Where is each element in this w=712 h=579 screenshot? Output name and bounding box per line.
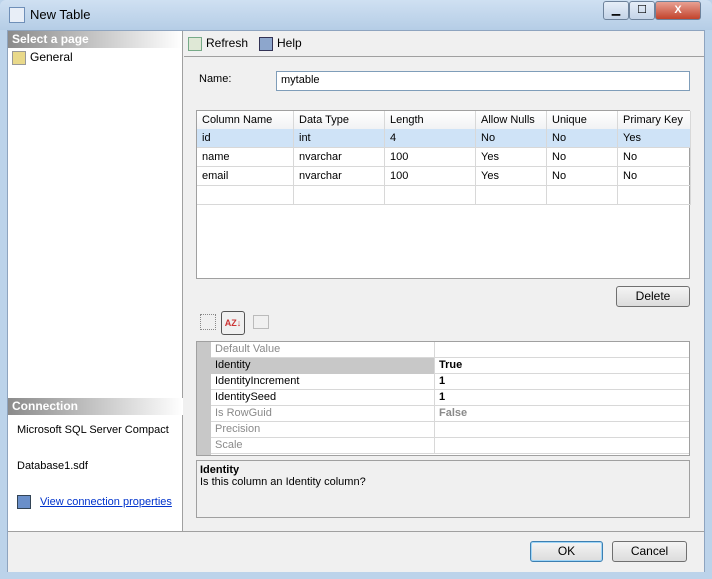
- table-name-input[interactable]: mytable: [276, 71, 690, 91]
- property-pages-icon[interactable]: [253, 315, 269, 329]
- cell-primary-key[interactable]: No: [618, 148, 691, 167]
- cell-primary-key[interactable]: [618, 186, 691, 205]
- refresh-button[interactable]: Refresh: [188, 36, 248, 51]
- property-value[interactable]: 1: [435, 390, 689, 405]
- maximize-button[interactable]: ☐: [629, 1, 655, 20]
- property-gutter: [197, 342, 211, 455]
- header-data-type[interactable]: Data Type: [294, 111, 385, 130]
- header-primary-key[interactable]: Primary Key: [618, 111, 691, 130]
- description-panel: Identity Is this column an Identity colu…: [196, 460, 690, 518]
- ok-button[interactable]: OK: [530, 541, 603, 562]
- connection-icon: [17, 495, 31, 509]
- cell-column-name[interactable]: email: [197, 167, 294, 186]
- cell-data-type[interactable]: nvarchar: [294, 167, 385, 186]
- cell-length[interactable]: 100: [385, 167, 476, 186]
- header-length[interactable]: Length: [385, 111, 476, 130]
- header-unique[interactable]: Unique: [547, 111, 618, 130]
- title-bar: New Table ▁ ☐ X: [0, 0, 712, 30]
- property-value[interactable]: 1: [435, 374, 689, 389]
- cell-data-type[interactable]: int: [294, 129, 385, 148]
- property-row[interactable]: IdentitySeed 1: [211, 390, 689, 406]
- property-row[interactable]: Identity True: [211, 358, 689, 374]
- refresh-icon: [188, 36, 202, 51]
- description-title: Identity: [200, 464, 240, 476]
- header-allow-nulls[interactable]: Allow Nulls: [476, 111, 547, 130]
- property-grid: Default Value Identity True IdentityIncreme…: [196, 341, 690, 456]
- cell-column-name[interactable]: id: [197, 129, 294, 148]
- page-label: General: [30, 50, 73, 64]
- description-text: Is this column an Identity column?: [200, 476, 366, 488]
- cell-length[interactable]: 4: [385, 129, 476, 148]
- property-row[interactable]: Is RowGuid False: [211, 406, 689, 422]
- property-row[interactable]: Scale: [211, 438, 689, 454]
- property-name: Is RowGuid: [211, 406, 435, 422]
- page-item-general[interactable]: General: [8, 48, 182, 66]
- property-row[interactable]: IdentityIncrement 1: [211, 374, 689, 390]
- cell-allow-nulls[interactable]: [476, 186, 547, 205]
- cell-allow-nulls[interactable]: No: [476, 129, 547, 148]
- cell-data-type[interactable]: [294, 186, 385, 205]
- cell-allow-nulls[interactable]: Yes: [476, 167, 547, 186]
- minimize-button[interactable]: ▁: [603, 1, 629, 20]
- property-name: IdentityIncrement: [211, 374, 435, 390]
- properties-page-icon: [12, 50, 26, 65]
- delete-button[interactable]: Delete: [616, 286, 690, 307]
- cell-unique[interactable]: No: [547, 129, 618, 148]
- window-title: New Table: [30, 7, 91, 22]
- cell-unique[interactable]: No: [547, 167, 618, 186]
- grid-header-row: Column Name Data Type Length Allow Nulls…: [197, 111, 691, 130]
- table-row[interactable]: email nvarchar 100 Yes No No: [197, 167, 691, 186]
- property-row[interactable]: Precision: [211, 422, 689, 438]
- property-name: Default Value: [211, 342, 435, 358]
- left-panel: Select a page General Connection Microso…: [8, 31, 183, 531]
- help-label: Help: [277, 36, 302, 50]
- property-value[interactable]: False: [435, 406, 689, 421]
- cell-unique[interactable]: [547, 186, 618, 205]
- categorized-icon[interactable]: [200, 314, 216, 330]
- table-row[interactable]: name nvarchar 100 Yes No No: [197, 148, 691, 167]
- view-connection-properties-link[interactable]: View connection properties: [40, 496, 172, 508]
- cell-primary-key[interactable]: No: [618, 167, 691, 186]
- property-value[interactable]: True: [435, 358, 689, 373]
- property-name: IdentitySeed: [211, 390, 435, 406]
- property-row[interactable]: Default Value: [211, 342, 689, 358]
- cell-unique[interactable]: No: [547, 148, 618, 167]
- cell-length[interactable]: [385, 186, 476, 205]
- close-button[interactable]: X: [655, 1, 701, 20]
- help-icon: [259, 36, 273, 51]
- cell-column-name[interactable]: name: [197, 148, 294, 167]
- columns-grid: Column Name Data Type Length Allow Nulls…: [196, 110, 691, 279]
- connection-header: Connection: [8, 398, 183, 415]
- cell-allow-nulls[interactable]: Yes: [476, 148, 547, 167]
- refresh-label: Refresh: [206, 36, 249, 50]
- select-page-header: Select a page: [8, 31, 182, 48]
- cell-column-name[interactable]: [197, 186, 294, 205]
- cell-primary-key[interactable]: Yes: [618, 129, 691, 148]
- alphabetical-sort-icon[interactable]: AZ↓: [221, 311, 245, 335]
- name-label: Name:: [199, 73, 232, 85]
- table-row[interactable]: id int 4 No No Yes: [197, 129, 691, 148]
- new-row[interactable]: [197, 186, 691, 205]
- database-name: Database1.sdf: [17, 460, 88, 472]
- property-name: Scale: [211, 438, 435, 454]
- server-name: Microsoft SQL Server Compact: [17, 424, 169, 436]
- table-icon: [9, 7, 25, 23]
- cell-data-type[interactable]: nvarchar: [294, 148, 385, 167]
- help-button[interactable]: Help: [259, 36, 302, 51]
- cell-length[interactable]: 100: [385, 148, 476, 167]
- header-column-name[interactable]: Column Name: [197, 111, 294, 130]
- cancel-button[interactable]: Cancel: [612, 541, 687, 562]
- property-name: Identity: [211, 358, 435, 374]
- property-name: Precision: [211, 422, 435, 438]
